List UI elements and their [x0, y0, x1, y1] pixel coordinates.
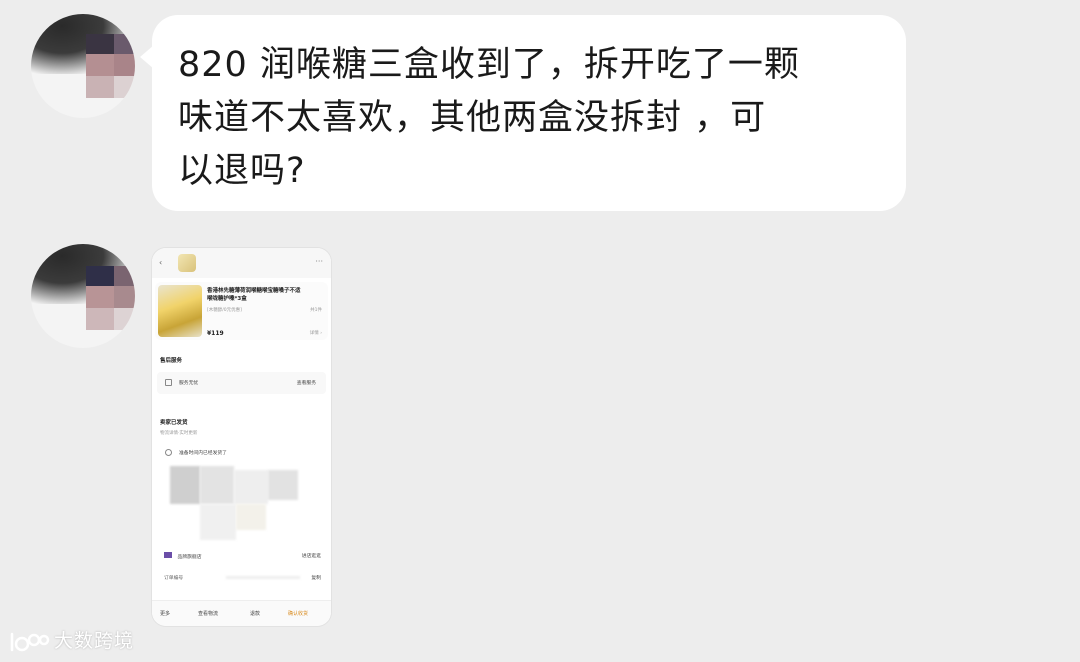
- order-number-label: 订单编号: [164, 576, 184, 581]
- order-copy: 复制: [311, 576, 321, 581]
- location-icon: [165, 449, 172, 456]
- product-price: ¥119: [207, 330, 224, 337]
- watermark: 大数跨境: [8, 627, 134, 655]
- avatar-mosaic-tile: [86, 54, 114, 76]
- message-text: 820 润喉糖三盒收到了，拆开吃了一颗 味道不太喜欢，其他两盒没拆封 ，可 以退…: [178, 45, 800, 191]
- redacted-block: [268, 470, 298, 500]
- address-row: 准备时间内已经发货了: [157, 442, 326, 464]
- store-name: 品牌旗舰店: [177, 555, 202, 560]
- product-image: [158, 285, 202, 337]
- avatar-mosaic-tile: [86, 76, 114, 98]
- more-icon: ···: [315, 257, 323, 266]
- screenshot-topbar: ‹ ···: [152, 248, 331, 278]
- avatar-mosaic-tile: [114, 266, 135, 286]
- address-row-label: 准备时间内已经发货了: [179, 451, 227, 456]
- section-shipping-title: 卖家已发货: [160, 420, 188, 426]
- avatar-mosaic-tile: [86, 34, 114, 54]
- sender-avatar[interactable]: [31, 14, 135, 118]
- service-row-label: 服务无忧: [179, 381, 199, 386]
- checkbox-icon: [165, 379, 172, 386]
- redacted-block: [234, 470, 268, 504]
- redacted-block: [200, 504, 236, 540]
- section-service-title: 售后服务: [160, 358, 183, 364]
- watermark-text: 大数跨境: [54, 630, 135, 652]
- bb-logistics: 查看物流: [198, 611, 219, 617]
- store-icon: [164, 552, 172, 558]
- product-thumbnail-small: [178, 254, 196, 272]
- product-qty: 共1件: [310, 308, 322, 313]
- avatar-mosaic-tile: [86, 286, 114, 308]
- avatar-mosaic-tile: [114, 76, 135, 98]
- redacted-block: [236, 504, 266, 530]
- bb-confirm: 确认收货: [288, 611, 309, 617]
- product-title: 香港林先糖薄荷润喉糖喉宝糖嗓子不适喉咙糖护嗓*3盒: [207, 288, 301, 302]
- product-spec: [木糖醇/0元优惠]: [207, 308, 242, 313]
- store-row: 品牌旗舰店: [164, 552, 202, 560]
- message-bubble[interactable]: 820 润喉糖三盒收到了，拆开吃了一颗 味道不太喜欢，其他两盒没拆封 ，可 以退…: [140, 15, 906, 211]
- product-detail-link: 详情 ›: [309, 331, 322, 336]
- store-action: 进店逛逛: [301, 554, 321, 559]
- service-row: 服务无忧 查看服务: [157, 372, 326, 394]
- watermark-logo-icon: [10, 632, 50, 651]
- shipping-subtitle: 物流详情·实时更新: [160, 431, 198, 436]
- sender-avatar[interactable]: [31, 244, 135, 348]
- avatar-mosaic-tile: [86, 266, 114, 286]
- service-row-action: 查看服务: [296, 381, 316, 386]
- avatar-mosaic-tile: [114, 308, 135, 330]
- screenshot-bottom-bar: 更多 查看物流 退款 确认收货: [152, 600, 331, 626]
- avatar-mosaic-tile: [114, 54, 135, 76]
- bb-more: 更多: [160, 611, 171, 617]
- bb-refund: 退款: [250, 611, 261, 617]
- back-icon: ‹: [159, 258, 163, 267]
- order-screenshot-image[interactable]: ‹ ··· 香港林先糖薄荷润喉糖喉宝糖嗓子不适喉咙糖护嗓*3盒 [木糖醇/0元优…: [152, 248, 331, 626]
- product-card: 香港林先糖薄荷润喉糖喉宝糖嗓子不适喉咙糖护嗓*3盒 [木糖醇/0元优惠] 共1件…: [155, 282, 328, 340]
- avatar-mosaic-tile: [114, 286, 135, 308]
- avatar-mosaic-tile: [114, 34, 135, 54]
- redacted-block: [170, 466, 200, 504]
- order-number-redacted: [226, 576, 300, 579]
- avatar-mosaic-tile: [86, 308, 114, 330]
- redacted-block: [200, 466, 234, 504]
